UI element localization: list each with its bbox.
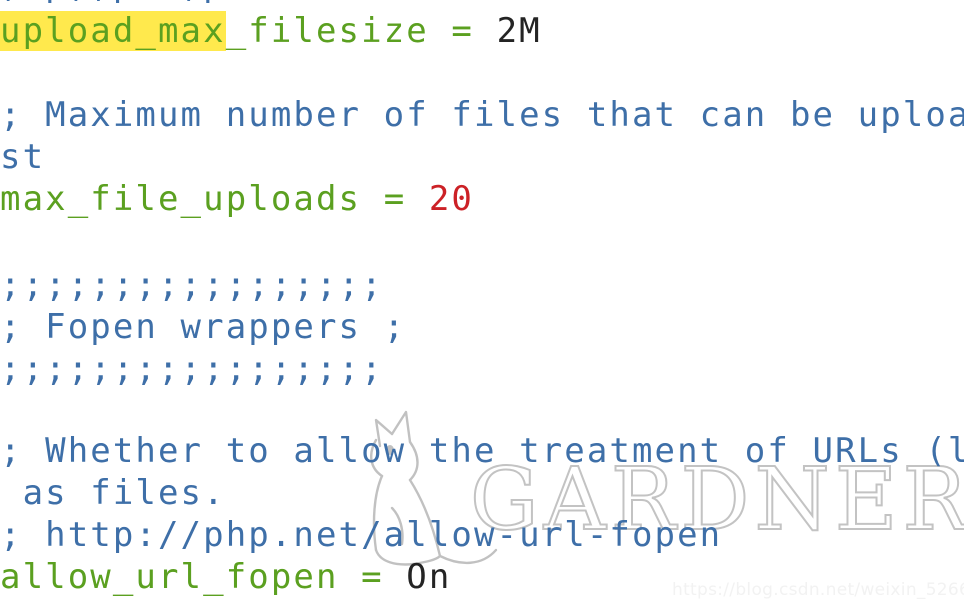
token-comment-allow-url-0: ; Whether to allow the treatment of URLs… <box>0 431 964 471</box>
token-comment-max-files-wrap-0: st <box>0 137 46 177</box>
code-line-allow-url-fopen: allow_url_fopen = On <box>0 556 451 598</box>
code-line-upload-max-filesize: upload_max_filesize = 2M <box>0 10 542 52</box>
token-max-file-uploads-0: max_file_uploads <box>0 179 362 219</box>
token-separator-top-0: ;;;;;;;;;;;;;;;;; <box>0 265 384 305</box>
token-max-file-uploads-3 <box>406 179 429 219</box>
token-separator-bottom-0: ;;;;;;;;;;;;;;;;; <box>0 349 384 389</box>
token-allow-url-fopen-3 <box>384 557 407 597</box>
token-allow-url-fopen-1 <box>339 557 362 597</box>
token-upload-max-filesize-2 <box>429 11 452 51</box>
token-max-file-uploads-4: 20 <box>428 179 474 219</box>
code-line-comment-max-files: ; Maximum number of files that can be up… <box>0 94 964 136</box>
token-upload-max-filesize-5: 2M <box>496 11 542 51</box>
clipped-top-line: ; p;;p ;p <box>0 0 226 6</box>
code-line-separator-bottom: ;;;;;;;;;;;;;;;;; <box>0 348 384 390</box>
token-max-file-uploads-2: = <box>383 179 407 219</box>
token-allow-url-fopen-4: On <box>406 557 452 597</box>
token-upload-max-filesize-1: _filesize <box>225 11 429 51</box>
token-allow-url-fopen-0: allow_url_fopen <box>0 557 339 597</box>
token-comment-max-files-0: ; Maximum number of files that can be up… <box>0 95 964 135</box>
token-upload-max-filesize-0: upload_max <box>0 11 226 51</box>
code-line-comment-allow-url-link: ; http://php.net/allow-url-fopen <box>0 514 722 556</box>
code-line-comment-allow-url-wrap: as files. <box>0 472 226 514</box>
code-screenshot: GARDNER https://blog.csdn.net/weixin_526… <box>0 0 964 614</box>
code-line-max-file-uploads: max_file_uploads = 20 <box>0 178 474 220</box>
code-line-comment-max-files-wrap: st <box>0 136 45 178</box>
token-upload-max-filesize-3: = <box>451 11 474 51</box>
code-line-section-title-fopen: ; Fopen wrappers ; <box>0 306 406 348</box>
token-max-file-uploads-1 <box>361 179 384 219</box>
token-comment-allow-url-link-0: ; http://php.net/allow-url-fopen <box>0 515 723 555</box>
token-comment-allow-url-wrap-0: as files. <box>0 473 226 513</box>
token-section-title-fopen-0: ; Fopen wrappers ; <box>0 307 407 347</box>
token-allow-url-fopen-2: = <box>361 557 384 597</box>
code-line-comment-allow-url: ; Whether to allow the treatment of URLs… <box>0 430 964 472</box>
token-upload-max-filesize-4 <box>474 11 497 51</box>
code-text-layer: ; p;;p ;p upload_max_filesize = 2M ; Maxi… <box>0 0 964 614</box>
code-line-separator-top: ;;;;;;;;;;;;;;;;; <box>0 264 384 306</box>
